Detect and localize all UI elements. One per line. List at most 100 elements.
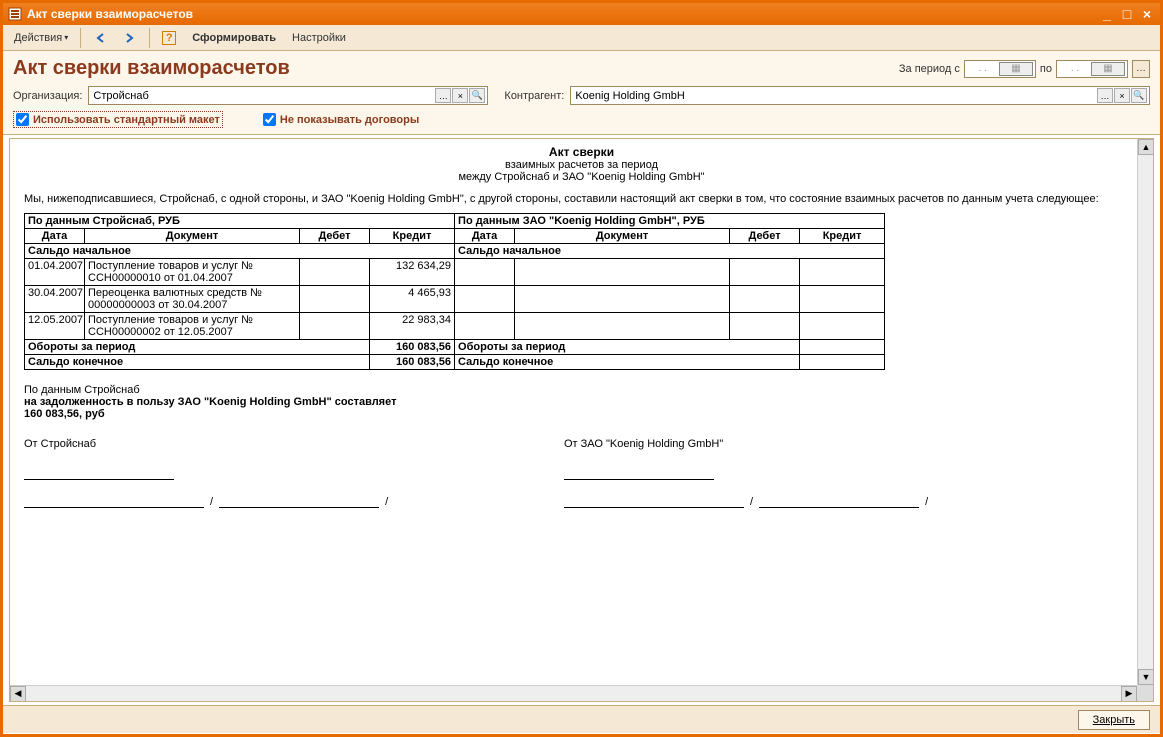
- actions-menu[interactable]: Действия ▾: [7, 29, 75, 47]
- col-date: Дата: [25, 229, 85, 244]
- report-viewport: Акт сверки взаимных расчетов за период м…: [9, 138, 1154, 702]
- cell-doc: Поступление товаров и услуг № ССН0000000…: [85, 313, 300, 340]
- clear-icon[interactable]: ×: [452, 88, 468, 103]
- scroll-up-icon[interactable]: ▲: [1138, 139, 1154, 155]
- cell-date: 30.04.2007: [25, 286, 85, 313]
- arrow-left-icon: [93, 31, 107, 45]
- contr-combo[interactable]: Koenig Holding GmbH … × 🔍: [570, 86, 1150, 105]
- close-button[interactable]: Закрыть: [1078, 710, 1150, 730]
- ellipsis-icon[interactable]: …: [435, 88, 451, 103]
- col-debit: Дебет: [300, 229, 370, 244]
- cell-credit: 22 983,34: [370, 313, 455, 340]
- saldo-start-r: Сальдо начальное: [455, 244, 885, 259]
- cell-date-r: [455, 259, 515, 286]
- right-header: По данным ЗАО "Koenig Holding GmbH", РУБ: [455, 214, 885, 229]
- page-title: Акт сверки взаиморасчетов: [13, 57, 290, 80]
- help-button[interactable]: ?: [155, 28, 183, 48]
- cell-debit-r: [730, 313, 800, 340]
- period-from-label: За период с: [899, 63, 960, 75]
- window-title: Акт сверки взаиморасчетов: [27, 7, 193, 21]
- maximize-button[interactable]: □: [1118, 6, 1136, 22]
- org-value: Стройснаб: [91, 90, 434, 102]
- scroll-right-icon[interactable]: ▶: [1121, 686, 1137, 702]
- saldo-end-credit-l: 160 083,56: [370, 355, 455, 370]
- clear-icon[interactable]: ×: [1114, 88, 1130, 103]
- calendar-icon[interactable]: ▦: [1091, 62, 1125, 76]
- sig-names-right: //: [564, 494, 984, 508]
- chk1-label: Использовать стандартный макет: [33, 114, 220, 126]
- saldo-end-r: Сальдо конечное: [455, 355, 800, 370]
- arrow-right-icon: [123, 31, 137, 45]
- actions-label: Действия: [14, 32, 62, 44]
- cell-debit-r: [730, 286, 800, 313]
- cell-doc: Поступление товаров и услуг № ССН0000001…: [85, 259, 300, 286]
- scroll-corner: [1137, 685, 1153, 701]
- use-standard-layout-checkbox[interactable]: Использовать стандартный макет: [13, 111, 223, 128]
- period-to-label: по: [1040, 63, 1052, 75]
- minimize-button[interactable]: _: [1098, 6, 1116, 22]
- sig-line: [564, 466, 714, 480]
- search-icon[interactable]: 🔍: [469, 88, 485, 103]
- cell-credit-r: [800, 313, 885, 340]
- cell-credit-r: [800, 259, 885, 286]
- date-to-input[interactable]: . . ▦: [1056, 60, 1128, 78]
- report-between: между Стройснаб и ЗАО "Koenig Holding Gm…: [24, 171, 1139, 183]
- contr-value: Koenig Holding GmbH: [573, 90, 1096, 102]
- cell-date-r: [455, 313, 515, 340]
- settings-button[interactable]: Настройки: [285, 29, 353, 47]
- settings-label: Настройки: [292, 32, 346, 44]
- search-icon[interactable]: 🔍: [1131, 88, 1147, 103]
- report-subtitle: взаимных расчетов за период: [24, 159, 1139, 171]
- close-label: Закрыть: [1093, 714, 1135, 726]
- sig-line: [24, 466, 174, 480]
- scroll-left-icon[interactable]: ◀: [10, 686, 26, 702]
- col-credit: Кредит: [370, 229, 455, 244]
- table-row: 12.05.2007Поступление товаров и услуг № …: [25, 313, 885, 340]
- form-button[interactable]: Сформировать: [185, 29, 283, 47]
- checkbox-input[interactable]: [16, 113, 29, 126]
- period-selector: За период с . . ▦ по . . ▦ …: [899, 60, 1150, 78]
- turnover-r: Обороты за период: [455, 340, 800, 355]
- sig-from-left: От Стройснаб: [24, 438, 444, 450]
- calendar-icon[interactable]: ▦: [999, 62, 1033, 76]
- app-icon: [7, 6, 23, 22]
- col-doc: Документ: [85, 229, 300, 244]
- turnover-credit-r: [800, 340, 885, 355]
- cell-debit: [300, 259, 370, 286]
- hide-contracts-checkbox[interactable]: Не показывать договоры: [263, 113, 419, 126]
- nav-back-button[interactable]: [86, 28, 114, 48]
- dropdown-icon: ▾: [64, 33, 68, 42]
- org-combo[interactable]: Стройснаб … × 🔍: [88, 86, 488, 105]
- period-picker-button[interactable]: …: [1132, 60, 1150, 78]
- cell-date: 12.05.2007: [25, 313, 85, 340]
- date-to-value: . .: [1059, 63, 1091, 74]
- col-date-r: Дата: [455, 229, 515, 244]
- sig-from-right: От ЗАО "Koenig Holding GmbH": [564, 438, 984, 450]
- date-from-input[interactable]: . . ▦: [964, 60, 1036, 78]
- turnover-l: Обороты за период: [25, 340, 370, 355]
- report-title: Акт сверки: [24, 145, 1139, 159]
- table-row: 01.04.2007Поступление товаров и услуг № …: [25, 259, 885, 286]
- footer-bar: Закрыть: [3, 705, 1160, 733]
- separator: [80, 28, 81, 48]
- cell-debit: [300, 313, 370, 340]
- scroll-down-icon[interactable]: ▼: [1138, 669, 1154, 685]
- cell-date-r: [455, 286, 515, 313]
- cell-doc: Переоценка валютных средств № 0000000000…: [85, 286, 300, 313]
- cell-credit: 132 634,29: [370, 259, 455, 286]
- signatures: От Стройснаб // От ЗАО "Koenig Holding G…: [24, 438, 1139, 508]
- checkbox-input[interactable]: [263, 113, 276, 126]
- ellipsis-icon[interactable]: …: [1097, 88, 1113, 103]
- vertical-scrollbar[interactable]: ▲ ▼: [1137, 139, 1153, 685]
- summary-1: По данным Стройснаб: [24, 384, 1139, 396]
- sig-names-left: //: [24, 494, 444, 508]
- saldo-start-l: Сальдо начальное: [25, 244, 455, 259]
- saldo-end-l: Сальдо конечное: [25, 355, 370, 370]
- horizontal-scrollbar[interactable]: ◀ ▶: [10, 685, 1137, 701]
- close-window-button[interactable]: ×: [1138, 6, 1156, 22]
- summary-3: 160 083,56, руб: [24, 408, 1139, 420]
- col-doc-r: Документ: [515, 229, 730, 244]
- org-label: Организация:: [13, 90, 82, 102]
- saldo-end-credit-r: [800, 355, 885, 370]
- nav-fwd-button[interactable]: [116, 28, 144, 48]
